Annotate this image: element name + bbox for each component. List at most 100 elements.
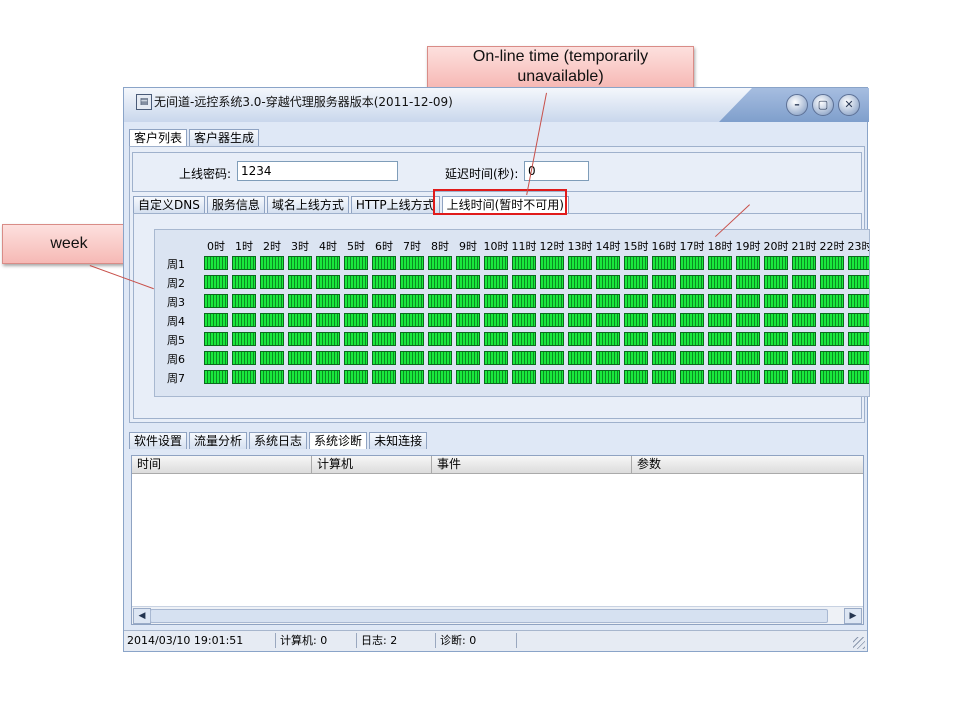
schedule-cell[interactable] — [764, 275, 788, 289]
schedule-cell[interactable] — [484, 256, 508, 270]
schedule-cell[interactable] — [288, 256, 312, 270]
schedule-cell[interactable] — [204, 332, 228, 346]
schedule-cell[interactable] — [372, 256, 396, 270]
schedule-cell[interactable] — [372, 275, 396, 289]
schedule-cell[interactable] — [232, 256, 256, 270]
schedule-cell[interactable] — [568, 313, 592, 327]
schedule-cell[interactable] — [344, 313, 368, 327]
schedule-cell[interactable] — [512, 313, 536, 327]
maximize-icon[interactable]: ▢ — [812, 94, 834, 116]
schedule-cell[interactable] — [680, 313, 704, 327]
schedule-cell[interactable] — [568, 294, 592, 308]
schedule-cell[interactable] — [540, 313, 564, 327]
schedule-cell[interactable] — [624, 256, 648, 270]
schedule-cell[interactable] — [624, 332, 648, 346]
schedule-cell[interactable] — [512, 275, 536, 289]
schedule-cell[interactable] — [260, 294, 284, 308]
schedule-cell[interactable] — [288, 370, 312, 384]
schedule-cell[interactable] — [428, 370, 452, 384]
schedule-cell[interactable] — [372, 332, 396, 346]
schedule-cell[interactable] — [232, 313, 256, 327]
schedule-cell[interactable] — [736, 313, 760, 327]
schedule-cell[interactable] — [344, 332, 368, 346]
schedule-cell[interactable] — [848, 351, 869, 365]
schedule-cell[interactable] — [736, 351, 760, 365]
schedule-cell[interactable] — [400, 332, 424, 346]
schedule-cell[interactable] — [400, 294, 424, 308]
schedule-cell[interactable] — [400, 275, 424, 289]
schedule-cell[interactable] — [568, 332, 592, 346]
schedule-cell[interactable] — [260, 275, 284, 289]
schedule-cell[interactable] — [596, 351, 620, 365]
schedule-cell[interactable] — [652, 332, 676, 346]
schedule-cell[interactable] — [680, 351, 704, 365]
schedule-cell[interactable] — [540, 332, 564, 346]
schedule-cell[interactable] — [792, 256, 816, 270]
schedule-cell[interactable] — [232, 275, 256, 289]
schedule-cell[interactable] — [708, 332, 732, 346]
schedule-cell[interactable] — [820, 294, 844, 308]
schedule-cell[interactable] — [260, 351, 284, 365]
schedule-cell[interactable] — [792, 313, 816, 327]
schedule-cell[interactable] — [232, 294, 256, 308]
schedule-cell[interactable] — [652, 256, 676, 270]
schedule-cell[interactable] — [568, 351, 592, 365]
schedule-cell[interactable] — [456, 313, 480, 327]
schedule-cell[interactable] — [624, 275, 648, 289]
schedule-cell[interactable] — [540, 351, 564, 365]
tab-service-info[interactable]: 服务信息 — [206, 196, 265, 213]
tab-unknown-connections[interactable]: 未知连接 — [369, 432, 428, 449]
schedule-cell[interactable] — [848, 332, 869, 346]
schedule-cell[interactable] — [736, 294, 760, 308]
close-icon[interactable]: ✕ — [838, 94, 860, 116]
schedule-cell[interactable] — [428, 275, 452, 289]
tab-software-settings[interactable]: 软件设置 — [129, 432, 188, 449]
schedule-cell[interactable] — [820, 370, 844, 384]
schedule-cell[interactable] — [344, 294, 368, 308]
schedule-cell[interactable] — [708, 294, 732, 308]
schedule-cell[interactable] — [456, 351, 480, 365]
schedule-cell[interactable] — [512, 351, 536, 365]
schedule-cell[interactable] — [204, 370, 228, 384]
schedule-cell[interactable] — [708, 256, 732, 270]
schedule-cell[interactable] — [288, 332, 312, 346]
schedule-cell[interactable] — [820, 256, 844, 270]
schedule-cell[interactable] — [344, 275, 368, 289]
schedule-cell[interactable] — [792, 332, 816, 346]
schedule-cell[interactable] — [708, 370, 732, 384]
schedule-cell[interactable] — [540, 256, 564, 270]
resize-grip-icon[interactable] — [853, 637, 865, 649]
schedule-cell[interactable] — [512, 294, 536, 308]
schedule-cell[interactable] — [372, 294, 396, 308]
schedule-cell[interactable] — [820, 275, 844, 289]
schedule-cell[interactable] — [204, 294, 228, 308]
schedule-cell[interactable] — [540, 370, 564, 384]
schedule-cell[interactable] — [232, 351, 256, 365]
schedule-cell[interactable] — [400, 313, 424, 327]
schedule-cell[interactable] — [568, 370, 592, 384]
schedule-cell[interactable] — [232, 370, 256, 384]
schedule-cell[interactable] — [204, 313, 228, 327]
schedule-cell[interactable] — [428, 332, 452, 346]
schedule-cell[interactable] — [596, 275, 620, 289]
schedule-cell[interactable] — [764, 313, 788, 327]
schedule-cell[interactable] — [764, 294, 788, 308]
schedule-cell[interactable] — [540, 275, 564, 289]
schedule-cell[interactable] — [680, 294, 704, 308]
schedule-cell[interactable] — [736, 256, 760, 270]
schedule-cell[interactable] — [428, 351, 452, 365]
schedule-cell[interactable] — [288, 351, 312, 365]
schedule-cell[interactable] — [316, 256, 340, 270]
schedule-cell[interactable] — [484, 370, 508, 384]
schedule-cell[interactable] — [428, 256, 452, 270]
schedule-cell[interactable] — [848, 275, 869, 289]
tab-domain-online[interactable]: 域名上线方式 — [266, 196, 349, 213]
schedule-cell[interactable] — [736, 370, 760, 384]
schedule-cell[interactable] — [484, 275, 508, 289]
schedule-cell[interactable] — [316, 275, 340, 289]
schedule-cell[interactable] — [596, 313, 620, 327]
schedule-cell[interactable] — [792, 351, 816, 365]
schedule-cell[interactable] — [680, 256, 704, 270]
schedule-cell[interactable] — [512, 256, 536, 270]
schedule-cell[interactable] — [512, 370, 536, 384]
